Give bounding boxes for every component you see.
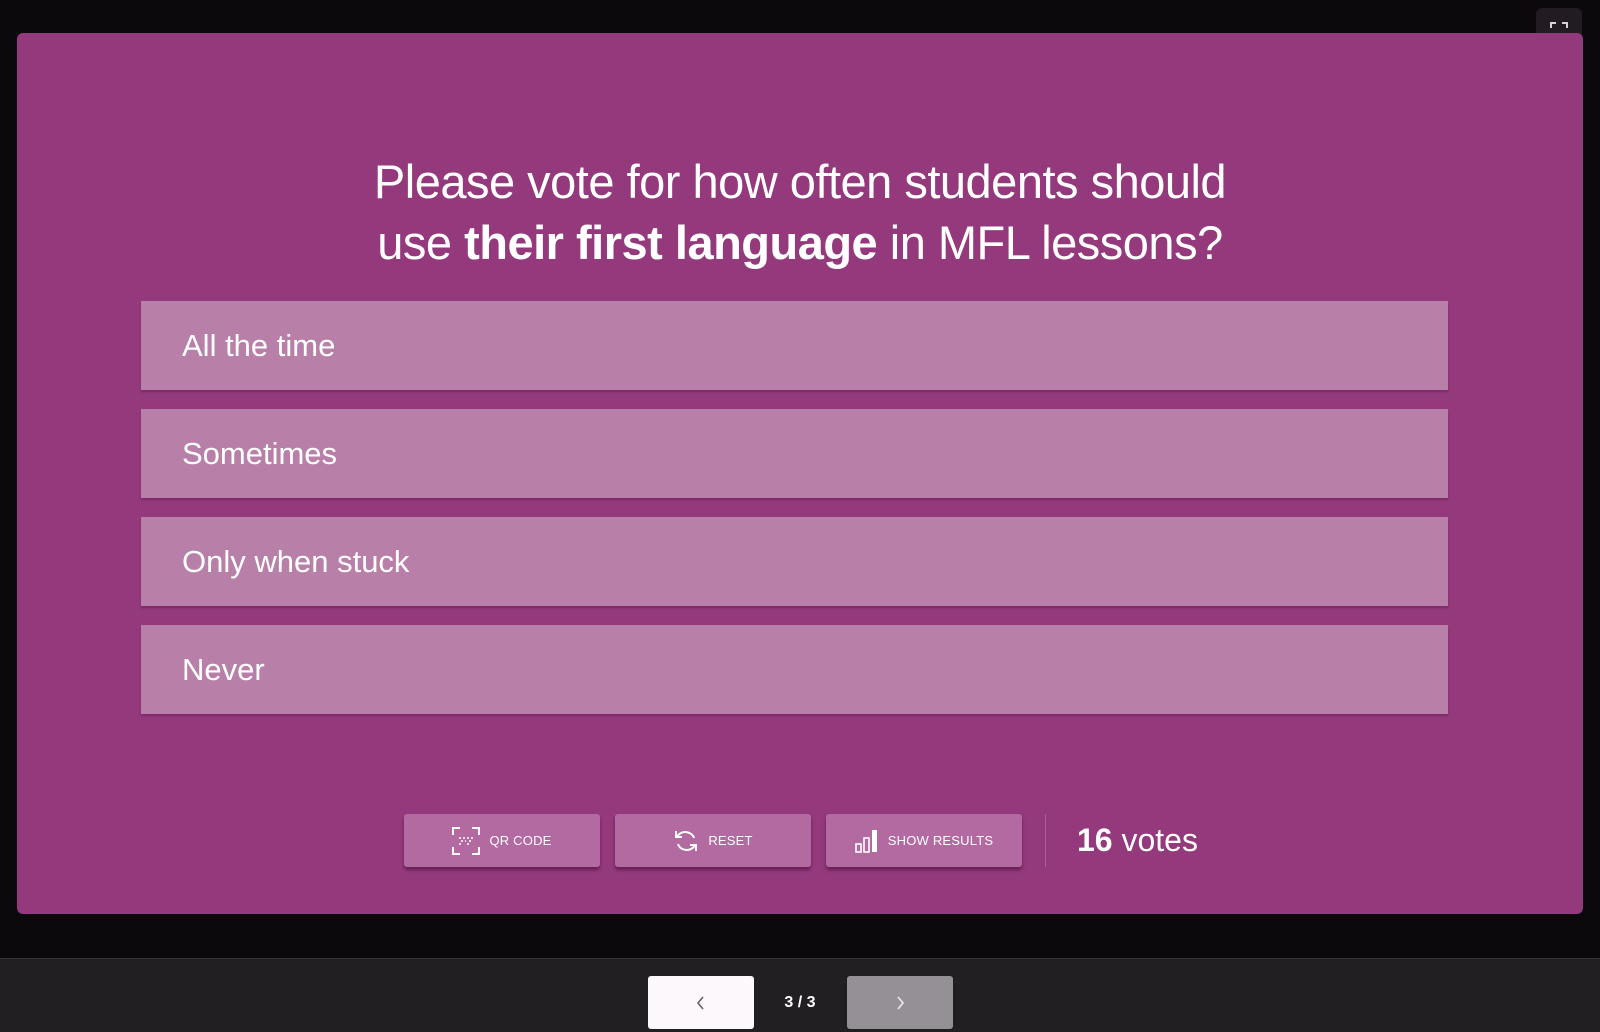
option-label: Sometimes [182,435,338,471]
refresh-icon [675,830,698,851]
bar-chart-icon [854,829,877,853]
qr-code-icon [452,826,481,855]
slide-navigation-bar: 3 / 3 [0,958,1600,1032]
page-indicator: 3 / 3 [784,993,816,1011]
poll-option-all-the-time[interactable]: All the time [141,301,1448,390]
poll-option-only-when-stuck[interactable]: Only when stuck [141,517,1448,606]
reset-label: RESET [708,833,753,848]
reset-button[interactable]: RESET [615,814,811,867]
question-line-1: Please vote for how often students shoul… [373,155,1227,208]
controls-divider [1045,814,1046,867]
chevron-left-icon [696,995,704,1010]
vote-count: 16 votes [1077,822,1198,859]
option-label: Only when stuck [182,543,410,579]
poll-option-sometimes[interactable]: Sometimes [141,409,1448,498]
vote-count-number: 16 [1077,822,1113,858]
poll-controls: QR CODE RESET SHOW RESULTS 16 votes [404,814,1198,867]
question-line-2-start: use [377,216,465,269]
poll-question: Please vote for how often students shoul… [17,151,1583,273]
option-label: All the time [182,327,336,363]
show-results-button[interactable]: SHOW RESULTS [826,814,1022,867]
presentation-stage: Please vote for how often students shoul… [0,0,1600,958]
vote-count-unit: votes [1112,822,1198,858]
next-slide-button[interactable] [847,976,953,1029]
poll-slide: Please vote for how often students shoul… [17,33,1583,914]
poll-options: All the time Sometimes Only when stuck N… [141,301,1448,733]
qr-code-label: QR CODE [489,833,552,848]
question-line-2-end: in MFL lessons? [877,216,1223,269]
show-results-label: SHOW RESULTS [887,833,994,848]
previous-slide-button[interactable] [648,976,754,1029]
question-emphasis: their first language [464,216,878,269]
option-label: Never [182,651,265,687]
poll-option-never[interactable]: Never [141,625,1448,714]
chevron-right-icon [897,995,905,1010]
qr-code-button[interactable]: QR CODE [404,814,600,867]
